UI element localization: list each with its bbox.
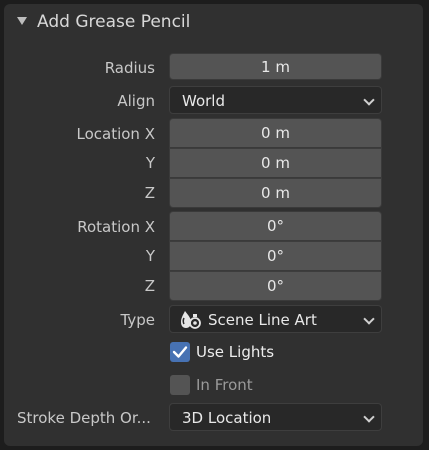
location-y-label: Y: [145, 154, 155, 172]
location-z-label: Z: [144, 184, 155, 202]
location-z-field[interactable]: 0 m: [169, 178, 382, 208]
scene-line-art-icon: [181, 311, 201, 329]
in-front-label[interactable]: In Front: [196, 375, 253, 395]
location-x-label: Location X: [76, 125, 156, 143]
location-y-field[interactable]: 0 m: [169, 148, 382, 178]
rotation-x-field[interactable]: 0°: [169, 211, 382, 241]
rotation-y-field[interactable]: 0°: [169, 241, 382, 271]
use-lights-label[interactable]: Use Lights: [196, 342, 274, 362]
panel-title: Add Grease Pencil: [37, 12, 191, 32]
stroke-depth-order-label: Stroke Depth Or...: [17, 409, 151, 427]
radius-field[interactable]: 1 m: [169, 53, 382, 80]
add-grease-pencil-panel: Add Grease Pencil Radius 1 m Align World…: [4, 4, 423, 446]
panel-header[interactable]: Add Grease Pencil: [4, 4, 423, 40]
collapse-triangle-icon[interactable]: [17, 17, 27, 25]
rotation-z-label: Z: [144, 277, 155, 295]
chevron-down-icon: [363, 411, 375, 423]
stroke-depth-order-dropdown[interactable]: 3D Location: [169, 403, 382, 431]
rotation-z-field[interactable]: 0°: [169, 271, 382, 301]
rotation-x-label: Rotation X: [77, 218, 155, 236]
location-x-field[interactable]: 0 m: [169, 118, 382, 148]
align-dropdown[interactable]: World: [169, 86, 382, 114]
align-label: Align: [117, 92, 155, 110]
chevron-down-icon: [363, 313, 375, 325]
rotation-y-label: Y: [145, 247, 155, 265]
use-lights-checkbox[interactable]: [170, 342, 190, 362]
radius-label: Radius: [104, 59, 155, 77]
type-dropdown[interactable]: Scene Line Art: [169, 305, 382, 333]
checkmark-icon: [172, 346, 188, 358]
in-front-checkbox[interactable]: [170, 375, 190, 395]
type-label: Type: [120, 311, 155, 329]
align-value: World: [182, 92, 225, 110]
chevron-down-icon: [363, 94, 375, 106]
type-value: Scene Line Art: [208, 311, 317, 329]
stroke-depth-order-value: 3D Location: [182, 409, 272, 427]
